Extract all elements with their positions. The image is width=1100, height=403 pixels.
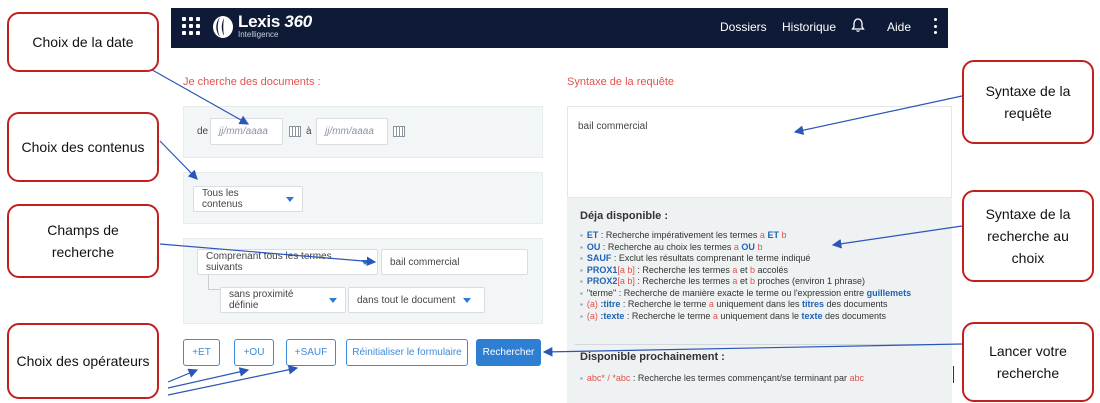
arrow-query xyxy=(793,95,963,135)
arrow-op-ou xyxy=(167,367,250,389)
callout-launch: Lancer votre recherche xyxy=(962,322,1094,402)
arrow-op-sauf xyxy=(167,365,299,396)
callout-contents: Choix des contenus xyxy=(7,112,159,182)
callout-query-syntax: Syntaxe de la requête xyxy=(962,60,1094,144)
arrow-fields xyxy=(159,243,377,267)
callout-fields: Champs de recherche xyxy=(7,204,159,278)
arrow-contents xyxy=(159,140,198,180)
callout-date: Choix de la date xyxy=(7,12,159,72)
arrow-syntax xyxy=(831,225,963,249)
callout-syntax-choice: Syntaxe de la recherche au choix xyxy=(962,190,1094,282)
arrow-launch xyxy=(542,343,963,357)
arrow-op-et xyxy=(167,368,199,383)
callout-operators: Choix des opérateurs xyxy=(7,323,159,399)
arrow-date xyxy=(146,66,250,125)
annotation-arrows xyxy=(146,66,963,396)
